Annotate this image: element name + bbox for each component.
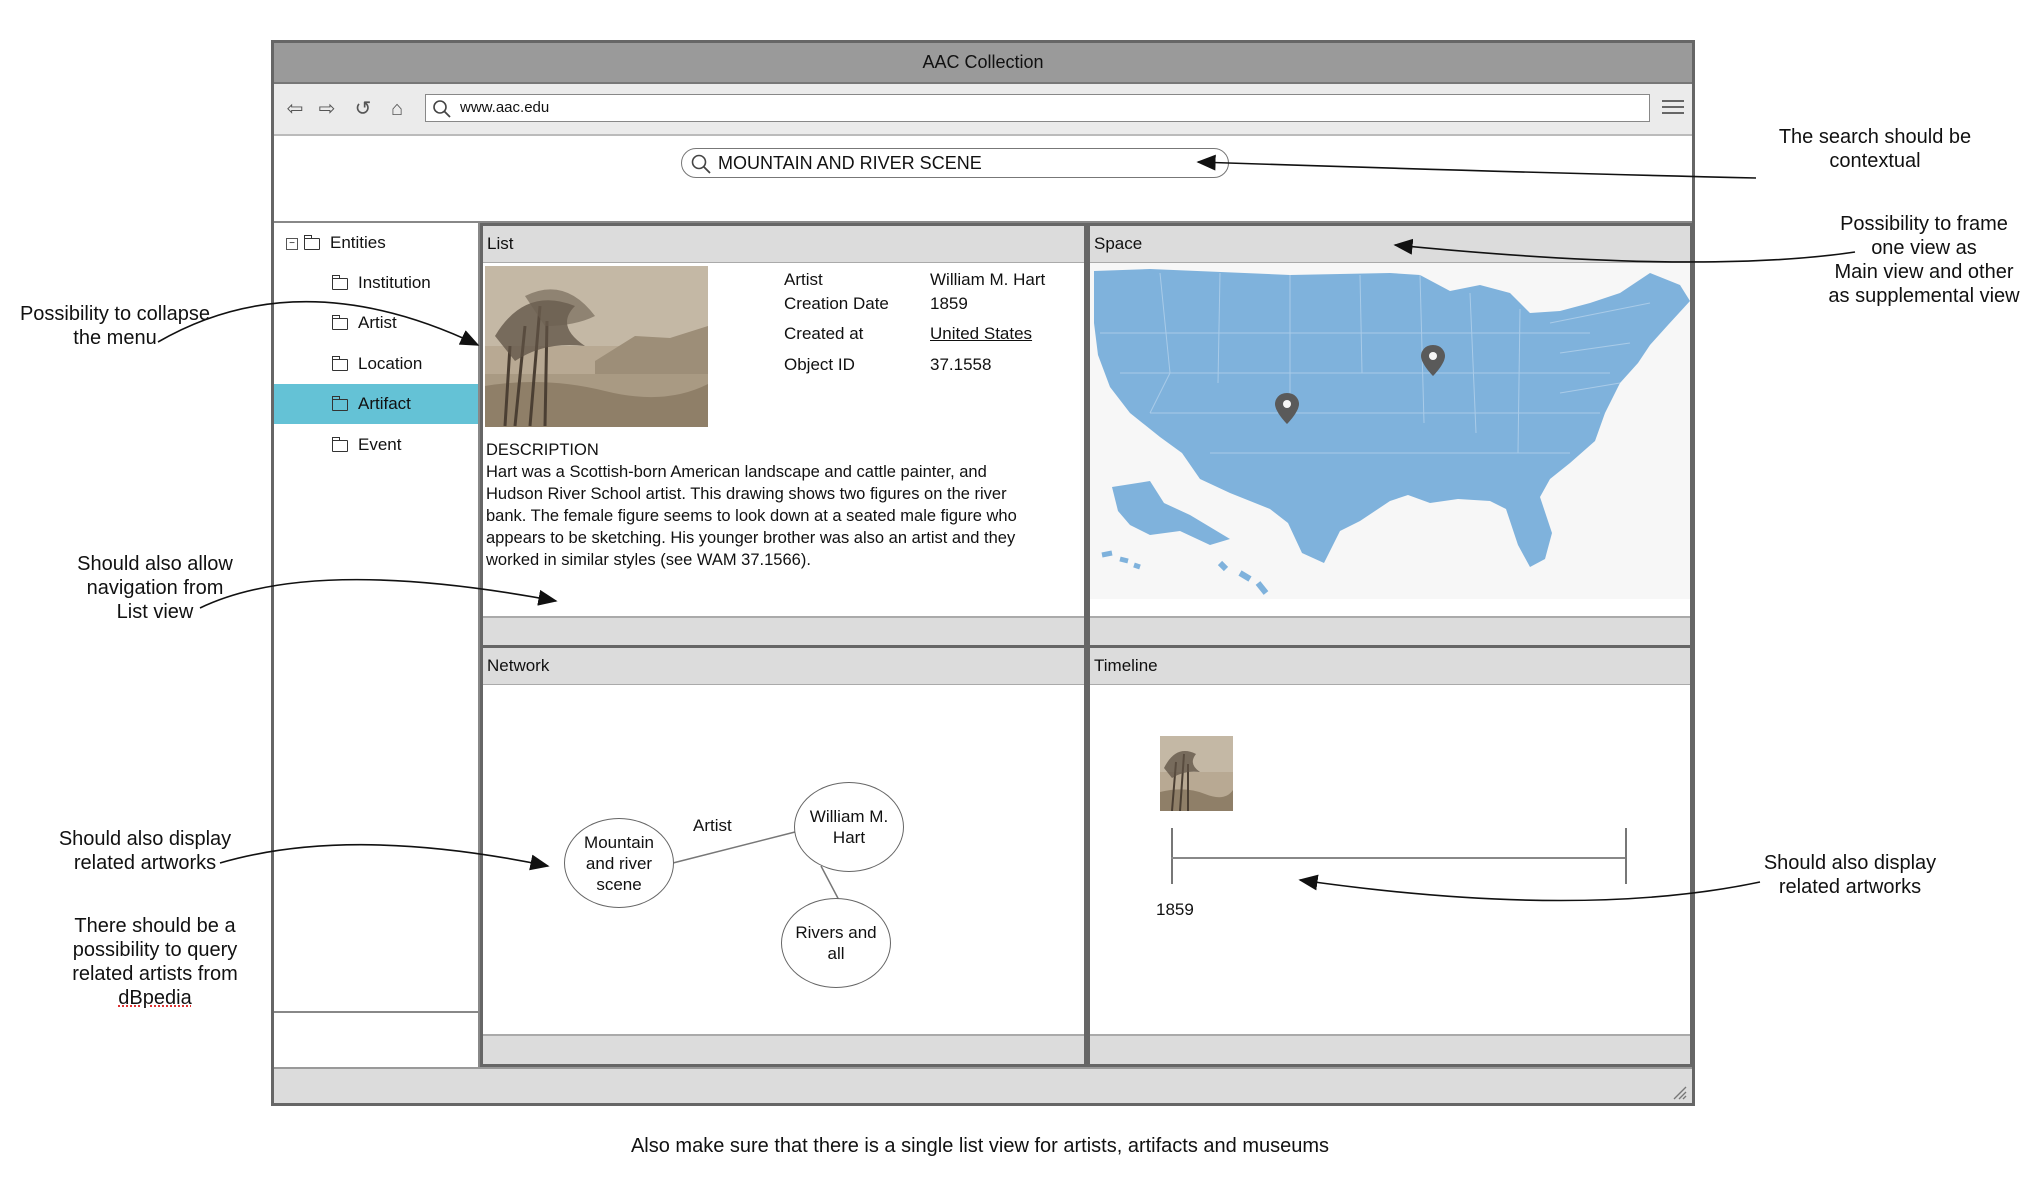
annotation-line: Possibility to collapse	[19, 303, 211, 325]
annotation-line: Main view and other	[1834, 261, 2014, 283]
annotation-line: dBpedia	[118, 987, 192, 1009]
annotation-line: contextual	[1829, 150, 1921, 172]
annotation-arrows	[157, 154, 1856, 902]
annotation-line: related artworks	[1778, 876, 1922, 898]
annotation-line: The search should be	[1778, 126, 1972, 148]
annotation-line: Possibility to frame	[1840, 213, 2008, 235]
annotation-line: as supplemental view	[1828, 285, 2020, 307]
annotation-network-related: Should also display related artworks	[30, 827, 260, 875]
annotation-search: The search should be contextual	[1700, 125, 2028, 173]
annotation-line: List view	[116, 601, 194, 623]
annotation-footer: Also make sure that there is a single li…	[630, 1135, 1330, 1157]
annotation-line: related artists from	[72, 963, 238, 985]
annotation-line: Should also display	[1763, 852, 1937, 874]
annotation-line: possibility to query	[72, 939, 238, 961]
annotation-collapse: Possibility to collapse the menu	[0, 302, 230, 350]
annotation-line: the menu	[73, 327, 157, 349]
annotation-line: navigation from	[86, 577, 224, 599]
annotation-line: related artworks	[73, 852, 217, 874]
annotation-line: There should be a	[74, 915, 236, 937]
annotation-navigation: Should also allow navigation from List v…	[40, 552, 270, 624]
annotation-line: one view as	[1871, 237, 1977, 259]
annotation-line: Should also display	[58, 828, 232, 850]
annotation-frame: Possibility to frame one view as Main vi…	[1760, 212, 2028, 308]
annotation-line: Should also allow	[77, 553, 233, 575]
annotation-dbpedia: There should be a possibility to query r…	[40, 914, 270, 1010]
annotation-timeline-related: Should also display related artworks	[1700, 851, 2000, 899]
